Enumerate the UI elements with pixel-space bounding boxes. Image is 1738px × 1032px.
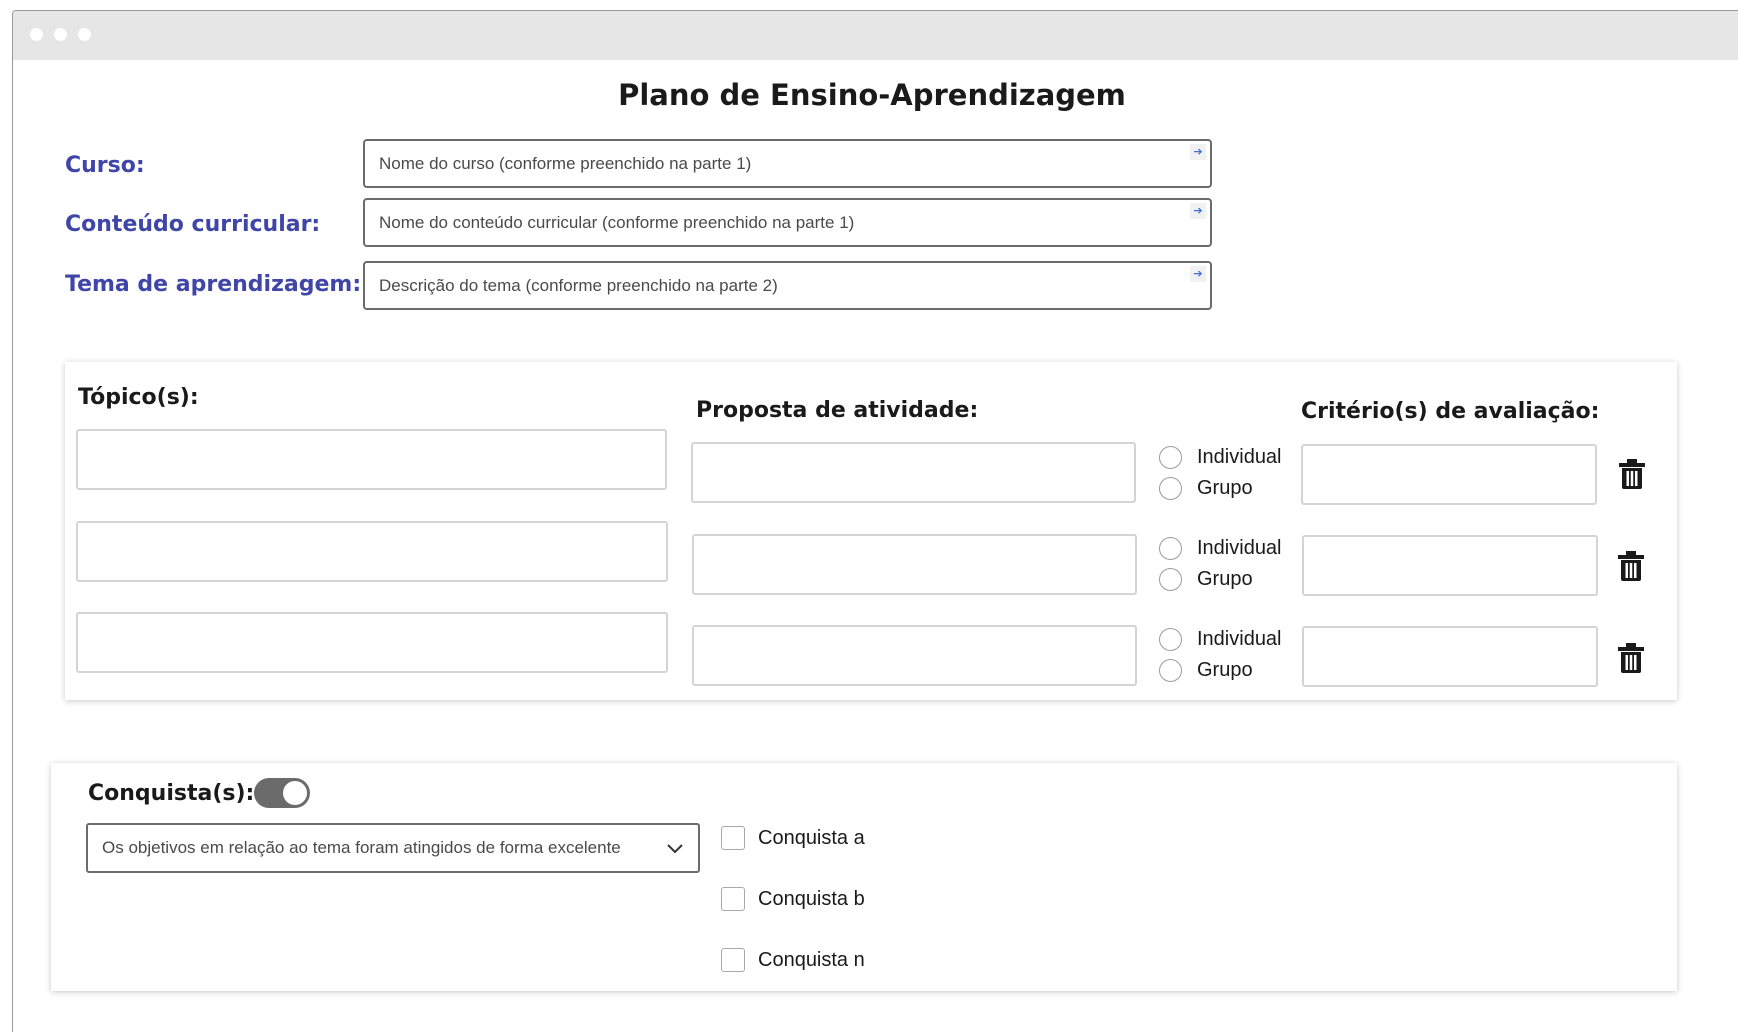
criteria-heading: Critério(s) de avaliação: [1301, 399, 1600, 424]
radio-circle[interactable] [1159, 446, 1182, 469]
curricular-content-placeholder: Nome do conteúdo curricular (conforme pr… [379, 212, 855, 232]
criteria-input-3[interactable] [1302, 626, 1598, 687]
trash-icon[interactable] [1618, 551, 1644, 581]
achievements-toggle[interactable] [254, 778, 310, 808]
criteria-input-2[interactable] [1302, 535, 1598, 596]
arrow-right-icon[interactable]: ➔ [1190, 144, 1206, 160]
topic-input-1[interactable] [76, 429, 667, 490]
checkbox-box[interactable] [721, 826, 745, 850]
radio-group-1[interactable]: Grupo [1159, 477, 1253, 500]
topics-heading: Tópico(s): [78, 385, 199, 410]
checkbox-label: Conquista b [758, 887, 865, 910]
trash-icon[interactable] [1618, 643, 1644, 673]
radio-individual-1[interactable]: Individual [1159, 446, 1282, 469]
checkbox-conquista-b[interactable]: Conquista b [721, 887, 865, 911]
radio-circle[interactable] [1159, 628, 1182, 651]
proposal-input-2[interactable] [692, 534, 1137, 595]
radio-circle[interactable] [1159, 659, 1182, 682]
trash-icon[interactable] [1619, 459, 1645, 489]
achievement-select[interactable]: Os objetivos em relação ao tema foram at… [86, 823, 700, 873]
learning-theme-placeholder: Descrição do tema (conforme preenchido n… [379, 275, 778, 295]
radio-label-individual: Individual [1197, 628, 1282, 650]
achievement-select-value: Os objetivos em relação ao tema foram at… [102, 838, 621, 857]
proposal-heading: Proposta de atividade: [696, 398, 979, 423]
proposal-input-3[interactable] [692, 625, 1137, 686]
course-label: Curso: [65, 153, 145, 178]
checkbox-label: Conquista n [758, 948, 865, 971]
radio-circle[interactable] [1159, 537, 1182, 560]
window-titlebar [13, 11, 1738, 60]
checkbox-conquista-n[interactable]: Conquista n [721, 948, 865, 972]
proposal-input-1[interactable] [691, 442, 1136, 503]
window-minimize-dot[interactable] [54, 28, 67, 41]
radio-label-group: Grupo [1197, 477, 1253, 499]
radio-group-3[interactable]: Grupo [1159, 659, 1253, 682]
radio-label-individual: Individual [1197, 537, 1282, 559]
learning-theme-input[interactable]: Descrição do tema (conforme preenchido n… [363, 261, 1212, 310]
learning-theme-label: Tema de aprendizagem: [65, 272, 362, 297]
radio-group-2[interactable]: Grupo [1159, 568, 1253, 591]
radio-label-group: Grupo [1197, 568, 1253, 590]
window-maximize-dot[interactable] [78, 28, 91, 41]
topic-input-2[interactable] [76, 521, 668, 582]
criteria-input-1[interactable] [1301, 444, 1597, 505]
radio-label-individual: Individual [1197, 446, 1282, 468]
radio-circle[interactable] [1159, 568, 1182, 591]
page-title: Plano de Ensino-Aprendizagem [618, 78, 1126, 112]
checkbox-box[interactable] [721, 887, 745, 911]
curricular-content-label: Conteúdo curricular: [65, 212, 321, 237]
topic-input-3[interactable] [76, 612, 668, 673]
arrow-right-icon[interactable]: ➔ [1190, 266, 1206, 282]
checkbox-conquista-a[interactable]: Conquista a [721, 826, 865, 850]
toggle-knob [283, 781, 307, 805]
curricular-content-input[interactable]: Nome do conteúdo curricular (conforme pr… [363, 198, 1212, 247]
window-close-dot[interactable] [30, 28, 43, 41]
radio-label-group: Grupo [1197, 659, 1253, 681]
achievements-heading: Conquista(s): [88, 781, 255, 806]
course-placeholder: Nome do curso (conforme preenchido na pa… [379, 153, 752, 173]
radio-individual-2[interactable]: Individual [1159, 537, 1282, 560]
radio-circle[interactable] [1159, 477, 1182, 500]
checkbox-label: Conquista a [758, 826, 865, 849]
checkbox-box[interactable] [721, 948, 745, 972]
course-input[interactable]: Nome do curso (conforme preenchido na pa… [363, 139, 1212, 188]
arrow-right-icon[interactable]: ➔ [1190, 203, 1206, 219]
chevron-down-icon [667, 844, 683, 854]
radio-individual-3[interactable]: Individual [1159, 628, 1282, 651]
